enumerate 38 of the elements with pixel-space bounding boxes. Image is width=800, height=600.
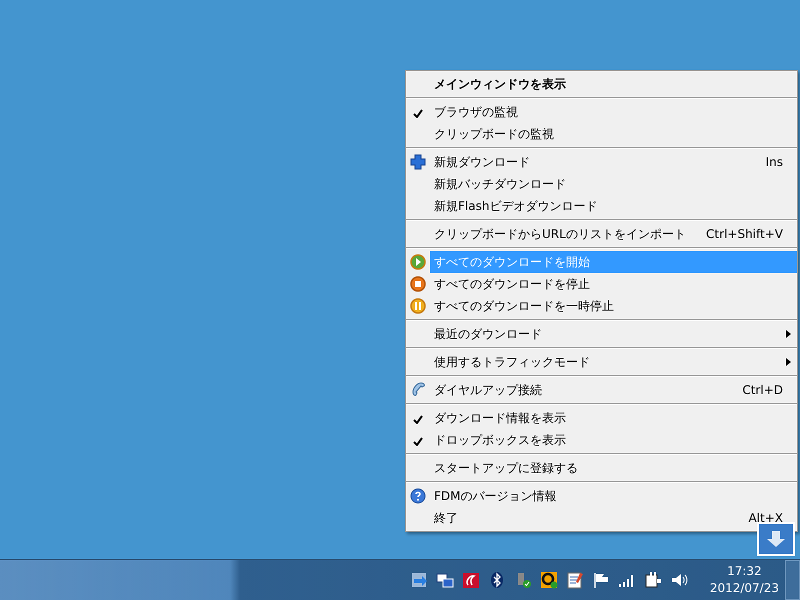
drop-box[interactable]: [757, 522, 795, 556]
pause-circle-icon: [410, 298, 426, 314]
checkmark-icon: [413, 414, 423, 424]
play-circle-icon: [410, 254, 426, 270]
clock-date: 2012/07/23: [710, 580, 779, 597]
menu-item[interactable]: ドロップボックスを表示: [430, 429, 797, 451]
checkmark-icon: [413, 108, 423, 118]
menu-item[interactable]: 終了 Alt+X: [430, 507, 797, 529]
submenu-arrow-icon: [786, 358, 791, 366]
menu-item[interactable]: クリップボードの監視: [430, 123, 797, 145]
menu-item[interactable]: すべてのダウンロードを停止: [430, 273, 797, 295]
clock-time: 17:32: [727, 563, 762, 580]
menu-item[interactable]: 新規バッチダウンロード: [430, 173, 797, 195]
notepad-icon[interactable]: [566, 571, 584, 589]
menu-item[interactable]: ダイヤルアップ接続 Ctrl+D: [430, 379, 797, 401]
menu-item[interactable]: クリップボードからURLのリストをインポート Ctrl+Shift+V: [430, 223, 797, 245]
menu-item[interactable]: メインウィンドウを表示: [430, 73, 797, 95]
submenu-arrow-icon: [786, 330, 791, 338]
plus-icon: [410, 154, 426, 170]
speaker-icon[interactable]: [670, 571, 688, 589]
windows-stack-icon[interactable]: [436, 571, 454, 589]
menu-item[interactable]: 最近のダウンロード: [430, 323, 797, 345]
help-icon: [410, 488, 426, 504]
menu-item[interactable]: ダウンロード情報を表示: [430, 407, 797, 429]
power-plug-icon[interactable]: [644, 571, 662, 589]
ring-check-icon[interactable]: [540, 571, 558, 589]
menu-item[interactable]: 新規Flashビデオダウンロード: [430, 195, 797, 217]
stop-circle-icon: [410, 276, 426, 292]
menu-item[interactable]: FDMのバージョン情報: [430, 485, 797, 507]
menu-item[interactable]: ブラウザの監視: [430, 101, 797, 123]
menu-item[interactable]: スタートアップに登録する: [430, 457, 797, 479]
swirl-icon[interactable]: [462, 571, 480, 589]
checkmark-icon: [413, 436, 423, 446]
menu-item[interactable]: 使用するトラフィックモード: [430, 351, 797, 373]
menu-item[interactable]: すべてのダウンロードを一時停止: [430, 295, 797, 317]
phone-icon: [410, 382, 426, 398]
flag-icon[interactable]: [592, 571, 610, 589]
menu-item[interactable]: 新規ダウンロード Ins: [430, 151, 797, 173]
